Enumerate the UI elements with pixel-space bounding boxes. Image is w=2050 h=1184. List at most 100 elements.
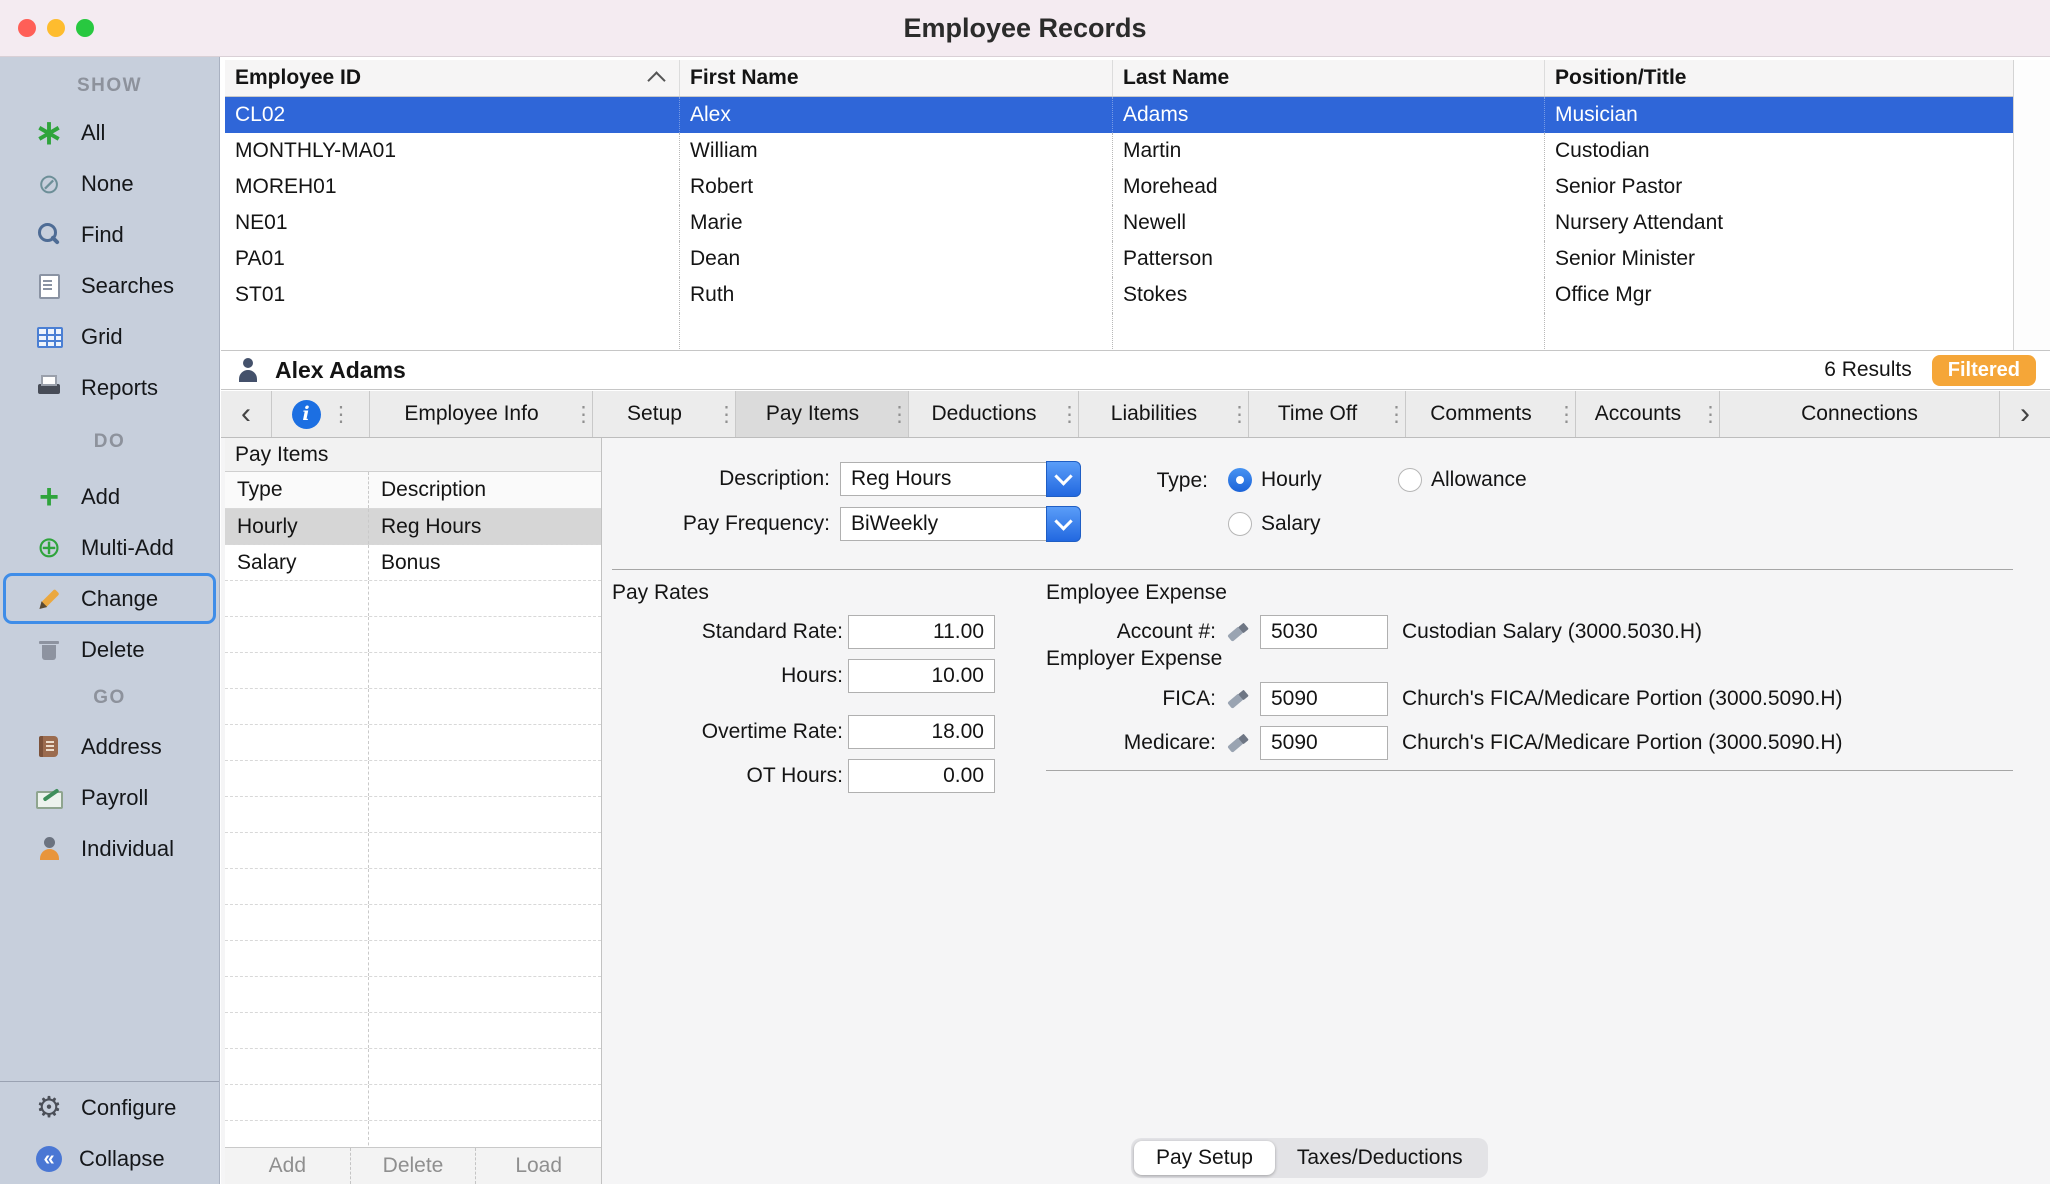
divider bbox=[612, 569, 2013, 570]
tab-accounts[interactable]: Accounts bbox=[1576, 391, 1720, 437]
table-row[interactable]: NE01 Marie Newell Nursery Attendant bbox=[225, 205, 2013, 241]
account-number-field[interactable]: 5030 bbox=[1260, 615, 1388, 649]
list-item[interactable]: Salary Bonus bbox=[225, 545, 601, 581]
cell-position: Musician bbox=[1545, 97, 2013, 133]
account-lookup-icon[interactable] bbox=[1224, 684, 1254, 714]
standard-rate-field[interactable]: 11.00 bbox=[848, 615, 995, 649]
table-row[interactable]: ST01 Ruth Stokes Office Mgr bbox=[225, 277, 2013, 313]
cell-position: Custodian bbox=[1545, 133, 2013, 169]
empty-list-row bbox=[225, 869, 601, 905]
add-pay-item-button[interactable]: Add bbox=[225, 1148, 350, 1184]
tab-handle-icon[interactable] bbox=[1556, 402, 1570, 427]
sidebar-item-configure[interactable]: Configure bbox=[0, 1082, 219, 1133]
close-window-icon[interactable] bbox=[18, 19, 36, 37]
sidebar-item-none[interactable]: None bbox=[0, 158, 219, 209]
radio-allowance[interactable]: Allowance bbox=[1398, 468, 1527, 492]
hours-label: Hours: bbox=[603, 664, 843, 688]
tab-employee-info[interactable]: Employee Info bbox=[370, 391, 593, 437]
empty-cell bbox=[1545, 313, 2013, 349]
sidebar-section-do: DO bbox=[0, 413, 219, 471]
window-controls bbox=[18, 19, 94, 37]
sidebar-item-collapse[interactable]: Collapse bbox=[0, 1133, 219, 1184]
pay-items-title: Pay Items bbox=[225, 438, 601, 472]
employee-table: Employee ID First Name Last Name Positio… bbox=[225, 60, 2013, 349]
table-row[interactable]: MONTHLY-MA01 William Martin Custodian bbox=[225, 133, 2013, 169]
radio-salary[interactable]: Salary bbox=[1228, 512, 1321, 536]
sidebar-item-searches[interactable]: Searches bbox=[0, 260, 219, 311]
cell-employee-id: PA01 bbox=[225, 241, 680, 277]
tab-liabilities[interactable]: Liabilities bbox=[1079, 391, 1249, 437]
pay-frequency-value[interactable]: BiWeekly bbox=[840, 507, 1047, 541]
tab-pay-setup[interactable]: Pay Setup bbox=[1134, 1141, 1275, 1175]
medicare-account-field[interactable]: 5090 bbox=[1260, 726, 1388, 760]
cell-employee-id: CL02 bbox=[225, 97, 680, 133]
tab-label: Connections bbox=[1720, 402, 1999, 426]
tab-deductions[interactable]: Deductions bbox=[909, 391, 1079, 437]
column-header-last-name[interactable]: Last Name bbox=[1113, 60, 1545, 96]
table-row[interactable]: CL02 Alex Adams Musician bbox=[225, 97, 2013, 133]
empty-list-row bbox=[225, 617, 601, 653]
sidebar-item-delete[interactable]: Delete bbox=[0, 624, 219, 675]
list-item[interactable]: Hourly Reg Hours bbox=[225, 509, 601, 545]
account-lookup-icon[interactable] bbox=[1224, 728, 1254, 758]
table-scrollbar-track[interactable] bbox=[2013, 60, 2050, 350]
column-header-type[interactable]: Type bbox=[225, 472, 369, 508]
tab-handle-icon[interactable] bbox=[1229, 402, 1243, 427]
table-row[interactable]: MOREH01 Robert Morehead Senior Pastor bbox=[225, 169, 2013, 205]
employee-table-header: Employee ID First Name Last Name Positio… bbox=[225, 60, 2013, 97]
minimize-window-icon[interactable] bbox=[47, 19, 65, 37]
zoom-window-icon[interactable] bbox=[76, 19, 94, 37]
cell-first-name: William bbox=[680, 133, 1113, 169]
chevron-down-icon[interactable] bbox=[1046, 506, 1081, 542]
tab-comments[interactable]: Comments bbox=[1406, 391, 1576, 437]
load-pay-item-button[interactable]: Load bbox=[476, 1148, 601, 1184]
tab-scroll-left-icon[interactable] bbox=[221, 391, 272, 437]
sidebar-item-payroll[interactable]: Payroll bbox=[0, 772, 219, 823]
hours-field[interactable]: 10.00 bbox=[848, 659, 995, 693]
radio-hourly[interactable]: Hourly bbox=[1228, 468, 1322, 492]
tab-setup[interactable]: Setup bbox=[593, 391, 736, 437]
delete-pay-item-button[interactable]: Delete bbox=[350, 1148, 477, 1184]
sidebar-item-all[interactable]: All bbox=[0, 107, 219, 158]
filtered-badge[interactable]: Filtered bbox=[1932, 355, 2036, 386]
tab-pay-items[interactable]: Pay Items bbox=[736, 391, 909, 437]
overtime-rate-field[interactable]: 18.00 bbox=[848, 715, 995, 749]
sidebar-item-label: Add bbox=[81, 484, 120, 510]
description-value[interactable]: Reg Hours bbox=[840, 462, 1047, 496]
table-row[interactable]: PA01 Dean Patterson Senior Minister bbox=[225, 241, 2013, 277]
column-header-description[interactable]: Description bbox=[369, 472, 601, 508]
sidebar-item-address[interactable]: Address bbox=[0, 721, 219, 772]
sidebar-item-add[interactable]: Add bbox=[0, 471, 219, 522]
tab-scroll-right-icon[interactable] bbox=[2000, 391, 2050, 437]
sidebar-item-change[interactable]: Change bbox=[3, 573, 216, 624]
chevron-down-icon[interactable] bbox=[1046, 461, 1081, 497]
tab-handle-icon[interactable] bbox=[716, 402, 730, 427]
trash-icon bbox=[34, 635, 64, 665]
tab-taxes-deductions[interactable]: Taxes/Deductions bbox=[1275, 1141, 1485, 1175]
sidebar-item-reports[interactable]: Reports bbox=[0, 362, 219, 413]
tab-handle-icon[interactable] bbox=[331, 402, 345, 427]
column-header-employee-id[interactable]: Employee ID bbox=[225, 60, 680, 96]
tab-handle-icon[interactable] bbox=[1059, 402, 1073, 427]
tab-handle-icon[interactable] bbox=[1386, 402, 1400, 427]
tab-handle-icon[interactable] bbox=[573, 402, 587, 427]
empty-list-row bbox=[225, 1013, 601, 1049]
tab-label: Comments bbox=[1406, 402, 1556, 426]
sidebar-item-individual[interactable]: Individual bbox=[0, 823, 219, 874]
tab-connections[interactable]: Connections bbox=[1720, 391, 2000, 437]
column-label: First Name bbox=[690, 66, 799, 90]
tab-handle-icon[interactable] bbox=[1700, 402, 1714, 427]
tab-time-off[interactable]: Time Off bbox=[1249, 391, 1406, 437]
sidebar-item-find[interactable]: Find bbox=[0, 209, 219, 260]
account-description: Custodian Salary (3000.5030.H) bbox=[1402, 620, 1702, 644]
ot-hours-field[interactable]: 0.00 bbox=[848, 759, 995, 793]
account-lookup-icon[interactable] bbox=[1224, 617, 1254, 647]
column-header-position-title[interactable]: Position/Title bbox=[1545, 60, 2013, 96]
column-header-first-name[interactable]: First Name bbox=[680, 60, 1113, 96]
tab-handle-icon[interactable] bbox=[889, 402, 903, 427]
sidebar-item-grid[interactable]: Grid bbox=[0, 311, 219, 362]
tab-info[interactable] bbox=[272, 391, 370, 437]
sidebar-item-multi-add[interactable]: Multi-Add bbox=[0, 522, 219, 573]
fica-account-field[interactable]: 5090 bbox=[1260, 682, 1388, 716]
employer-expense-heading: Employer Expense bbox=[1046, 647, 1222, 671]
